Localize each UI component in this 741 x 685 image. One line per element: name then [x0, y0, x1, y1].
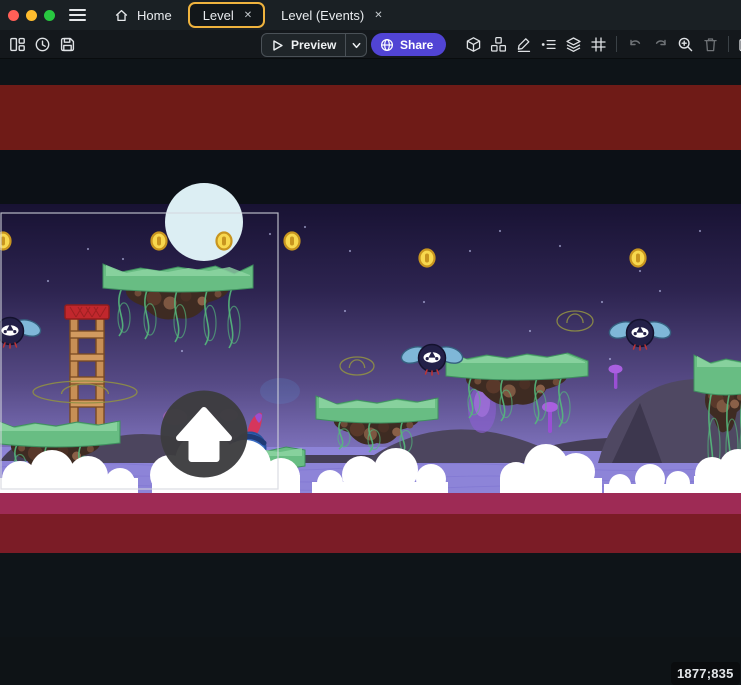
close-tab-icon[interactable]: ✕	[372, 9, 384, 22]
home-icon	[114, 8, 129, 23]
preview-label: Preview	[291, 38, 336, 52]
scene-editor-canvas[interactable]: 1877;835	[0, 59, 741, 637]
close-tab-icon[interactable]: ✕	[242, 9, 254, 22]
level-scene[interactable]	[0, 59, 741, 637]
moon-object[interactable]	[165, 183, 243, 261]
top-wall-object[interactable]	[0, 85, 741, 150]
instances-list-icon[interactable]	[539, 35, 557, 53]
grid-icon[interactable]	[589, 35, 607, 53]
coin-object[interactable]	[152, 233, 167, 250]
maximize-window-button[interactable]	[44, 10, 55, 21]
tab-label: Level	[203, 8, 234, 23]
window-controls	[0, 10, 55, 21]
undo-icon[interactable]	[626, 35, 644, 53]
redo-icon[interactable]	[651, 35, 669, 53]
tab-label: Home	[137, 8, 172, 23]
chevron-down-icon	[351, 40, 362, 51]
panels-layout-icon[interactable]	[8, 35, 26, 53]
jump-button-object[interactable]	[161, 391, 248, 478]
share-label: Share	[400, 38, 433, 52]
ground-bottom-object[interactable]	[0, 514, 741, 553]
objects-group-icon[interactable]	[489, 35, 507, 53]
coin-object[interactable]	[420, 250, 435, 267]
minimize-window-button[interactable]	[26, 10, 37, 21]
delete-trash-icon[interactable]	[701, 35, 719, 53]
tab-home[interactable]: Home	[101, 0, 185, 30]
tab-level-events[interactable]: Level (Events) ✕	[268, 0, 397, 30]
tab-bar: Home Level ✕ Level (Events) ✕	[0, 0, 741, 30]
zoom-in-icon[interactable]	[676, 35, 694, 53]
tab-level[interactable]: Level ✕	[188, 2, 265, 28]
layers-icon[interactable]	[564, 35, 582, 53]
cursor-coordinates-badge: 1877;835	[671, 662, 740, 685]
hamburger-menu-icon[interactable]	[68, 7, 87, 23]
editor-toolbar: Preview Share	[0, 30, 741, 59]
tab-strip: Home Level ✕ Level (Events) ✕	[101, 0, 398, 30]
close-window-button[interactable]	[8, 10, 19, 21]
coin-object[interactable]	[285, 233, 300, 250]
share-button[interactable]: Share	[371, 33, 446, 56]
play-icon	[271, 39, 284, 52]
void-strip	[0, 150, 741, 204]
preview-button[interactable]: Preview	[261, 33, 367, 57]
gdevelop-window: Home Level ✕ Level (Events) ✕	[0, 0, 741, 637]
edit-pencil-icon[interactable]	[514, 35, 532, 53]
3d-box-icon[interactable]	[464, 35, 482, 53]
coin-object[interactable]	[217, 233, 232, 250]
tab-label: Level (Events)	[281, 8, 364, 23]
coin-object[interactable]	[631, 250, 646, 267]
history-clock-icon[interactable]	[33, 35, 51, 53]
save-floppy-icon[interactable]	[58, 35, 76, 53]
preview-dropdown-button[interactable]	[346, 40, 366, 51]
ground-top-object[interactable]	[0, 493, 741, 514]
globe-icon	[380, 38, 394, 52]
